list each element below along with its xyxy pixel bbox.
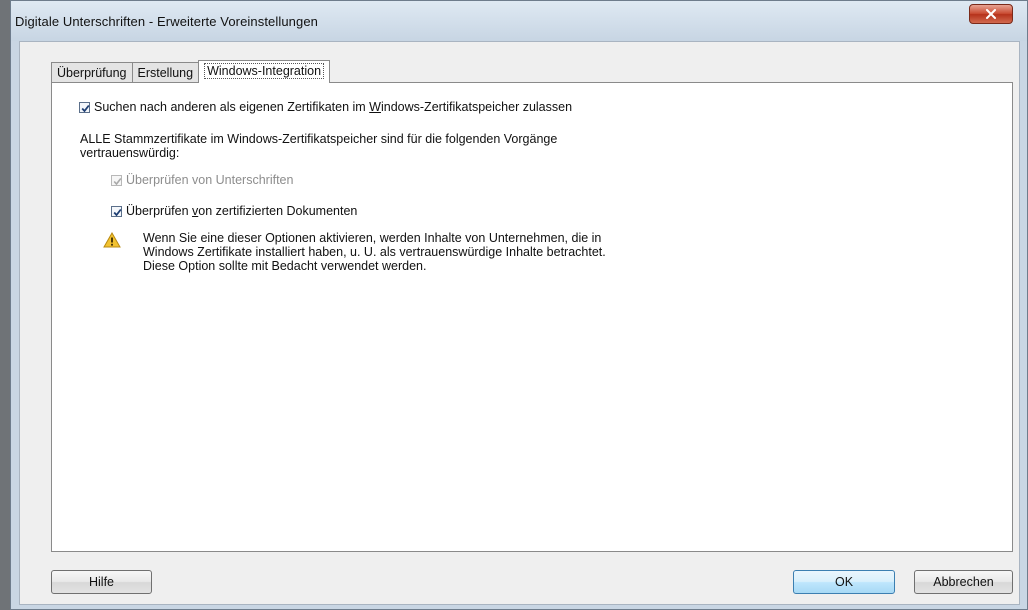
trust-heading: ALLE Stammzertifikate im Windows-Zertifi…: [80, 132, 557, 160]
check-icon: [113, 177, 122, 185]
warning-line: Wenn Sie eine dieser Optionen aktivieren…: [143, 231, 602, 245]
title-bar[interactable]: Digitale Unterschriften - Erweiterte Vor…: [11, 1, 1027, 41]
tab-windows-integration[interactable]: Windows-Integration: [198, 60, 331, 83]
tab-ueberpruefung[interactable]: Überprüfung: [51, 62, 133, 82]
window-title: Digitale Unterschriften - Erweiterte Vor…: [15, 14, 318, 29]
warning-line: Windows Zertifikate installiert haben, u…: [143, 245, 606, 259]
verify-certified-label: Überprüfen von zertifizierten Dokumenten: [126, 204, 358, 218]
warning-icon: [103, 232, 121, 248]
tab-label: Überprüfung: [57, 66, 127, 80]
tab-strip: Überprüfung Erstellung Windows-Integrati…: [51, 60, 331, 83]
ok-button[interactable]: OK: [793, 570, 895, 594]
trust-heading-line: vertrauenswürdig:: [80, 146, 180, 160]
help-button[interactable]: Hilfe: [51, 570, 152, 594]
search-certificates-checkbox[interactable]: [79, 101, 90, 113]
trust-heading-line: ALLE Stammzertifikate im Windows-Zertifi…: [80, 132, 558, 146]
tab-label: Windows-Integration: [204, 63, 325, 79]
verify-signatures-option: Überprüfen von Unterschriften: [111, 173, 293, 187]
warning-text: Wenn Sie eine dieser Optionen aktivieren…: [143, 231, 606, 273]
tab-panel: Suchen nach anderen als eigenen Zertifik…: [51, 82, 1013, 552]
search-certificates-label: Suchen nach anderen als eigenen Zertifik…: [94, 100, 573, 114]
check-icon: [81, 104, 90, 112]
warning-line: Diese Option sollte mit Bedacht verwende…: [143, 259, 427, 273]
close-button[interactable]: [969, 4, 1013, 24]
verify-certified-option[interactable]: Überprüfen von zertifizierten Dokumenten: [111, 204, 357, 218]
verify-signatures-checkbox: [111, 174, 122, 186]
cancel-button[interactable]: Abbrechen: [914, 570, 1013, 594]
dialog-client-area: Überprüfung Erstellung Windows-Integrati…: [19, 41, 1020, 605]
search-certificates-option[interactable]: Suchen nach anderen als eigenen Zertifik…: [79, 100, 572, 114]
tab-erstellung[interactable]: Erstellung: [131, 62, 200, 82]
verify-certified-checkbox[interactable]: [111, 205, 122, 217]
tab-label: Erstellung: [137, 66, 194, 80]
verify-signatures-label: Überprüfen von Unterschriften: [126, 173, 294, 187]
close-icon: [986, 9, 996, 19]
dialog-window: Digitale Unterschriften - Erweiterte Vor…: [10, 0, 1028, 610]
check-icon: [113, 208, 122, 216]
